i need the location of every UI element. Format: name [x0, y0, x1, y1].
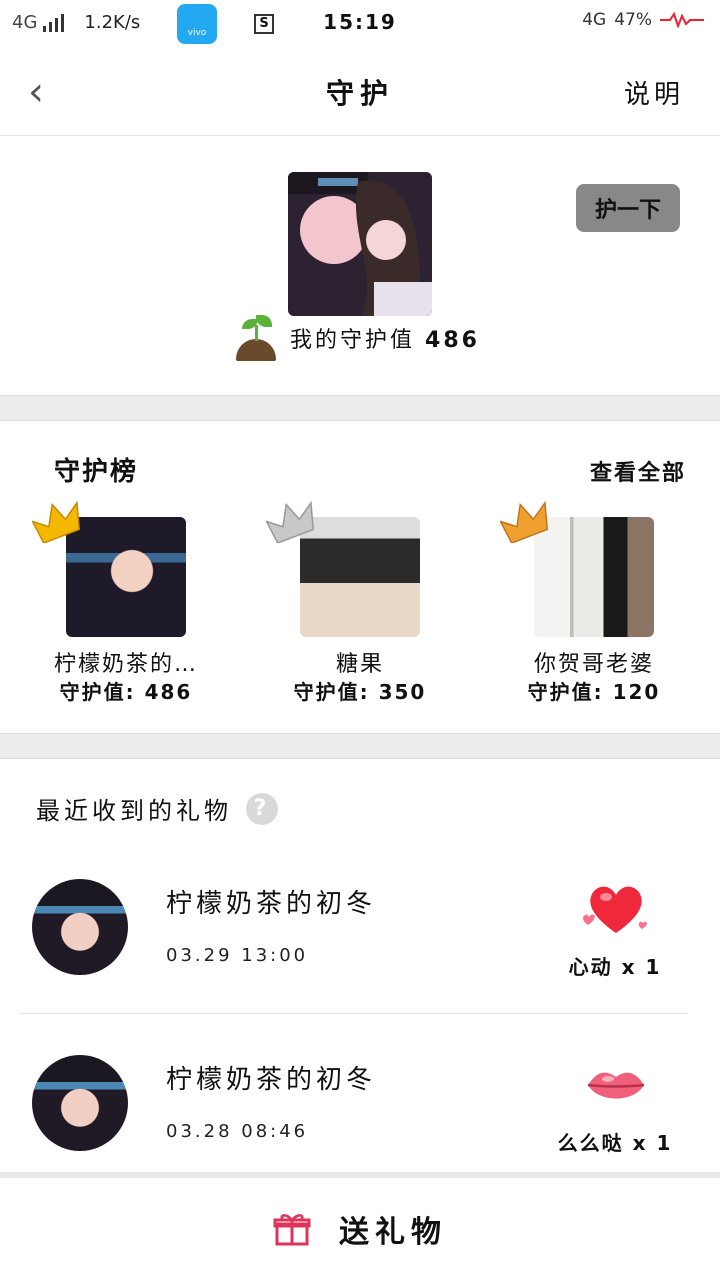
gift-box-icon	[273, 1214, 311, 1246]
status-bar: 4G 1.2K/s vivo S 15:19 4G 47%	[0, 0, 720, 48]
ranking-name: 你贺哥老婆	[533, 652, 654, 677]
help-icon[interactable]: ?	[246, 792, 278, 825]
gift-quantity: 心动 x 1	[568, 955, 662, 979]
gift-sender-avatar[interactable]	[32, 879, 128, 975]
profile-avatar-art	[288, 172, 432, 316]
ranking-item-3[interactable]: 你贺哥老婆 守护值: 120	[494, 501, 694, 711]
ranking-name: 柠檬奶茶的…	[53, 652, 198, 677]
send-gift-button[interactable]: 送礼物	[339, 1207, 447, 1251]
my-guard-value-number: 486	[425, 328, 480, 353]
section-divider	[0, 733, 720, 759]
ranking-score: 守护值: 120	[527, 680, 661, 704]
gift-time: 03.28 08:46	[166, 1121, 309, 1142]
guard-ranking-section: 守护榜 查看全部 柠檬奶茶的… 守护值: 486 糖果 守护值: 350 你贺哥…	[0, 421, 720, 733]
guard-profile-section: 护一下 我的守护值 486	[0, 137, 720, 395]
gift-time: 03.29 13:00	[166, 945, 309, 966]
network-right-label: 4G	[582, 10, 607, 30]
lips-icon	[587, 1072, 645, 1099]
battery-pulse-icon	[660, 12, 704, 28]
gold-crown-icon	[32, 501, 81, 543]
profile-avatar	[288, 172, 432, 316]
section-divider	[0, 395, 720, 421]
my-guard-value-label: 我的守护值	[290, 328, 416, 353]
gift-row: 柠檬奶茶的初冬 03.29 13:00 心动 x 1	[0, 879, 720, 1029]
recent-gifts-section: 最近收到的礼物 ? 柠檬奶茶的初冬 03.29 13:00 心动 x 1 柠檬奶…	[0, 759, 720, 1171]
row-separator	[20, 1013, 688, 1014]
ranking-item-1[interactable]: 柠檬奶茶的… 守护值: 486	[26, 501, 226, 711]
ranking-title: 守护榜	[54, 457, 139, 487]
view-all-link[interactable]: 查看全部	[590, 455, 686, 487]
guard-button[interactable]: 护一下	[576, 184, 680, 232]
battery-percent: 47%	[614, 10, 652, 30]
ranking-name: 糖果	[335, 652, 384, 677]
sprout-icon	[236, 315, 276, 361]
status-right: 4G 47%	[582, 10, 704, 30]
page-title: 守护	[325, 77, 394, 110]
ranking-item-2[interactable]: 糖果 守护值: 350	[260, 501, 460, 711]
recent-gifts-label: 最近收到的礼物	[36, 797, 232, 825]
gift-sender-name: 柠檬奶茶的初冬	[166, 1065, 377, 1095]
recent-gifts-title: 最近收到的礼物 ?	[36, 791, 278, 826]
send-gift-bar[interactable]: 送礼物	[0, 1172, 720, 1280]
ranking-score: 守护值: 350	[293, 680, 427, 704]
silver-crown-icon	[266, 501, 315, 543]
gift-quantity: 么么哒 x 1	[557, 1131, 673, 1155]
nav-header: ‹ 守护 说明	[0, 48, 720, 136]
my-guard-value: 我的守护值 486	[236, 315, 480, 361]
gift-sender-avatar[interactable]	[32, 1055, 128, 1151]
bronze-crown-icon	[500, 501, 549, 543]
my-guard-value-text: 我的守护值 486	[290, 322, 480, 354]
gift-sender-name: 柠檬奶茶的初冬	[166, 889, 377, 919]
heart-icon	[583, 886, 647, 933]
ranking-score: 守护值: 486	[59, 680, 193, 704]
explain-link[interactable]: 说明	[624, 74, 684, 111]
